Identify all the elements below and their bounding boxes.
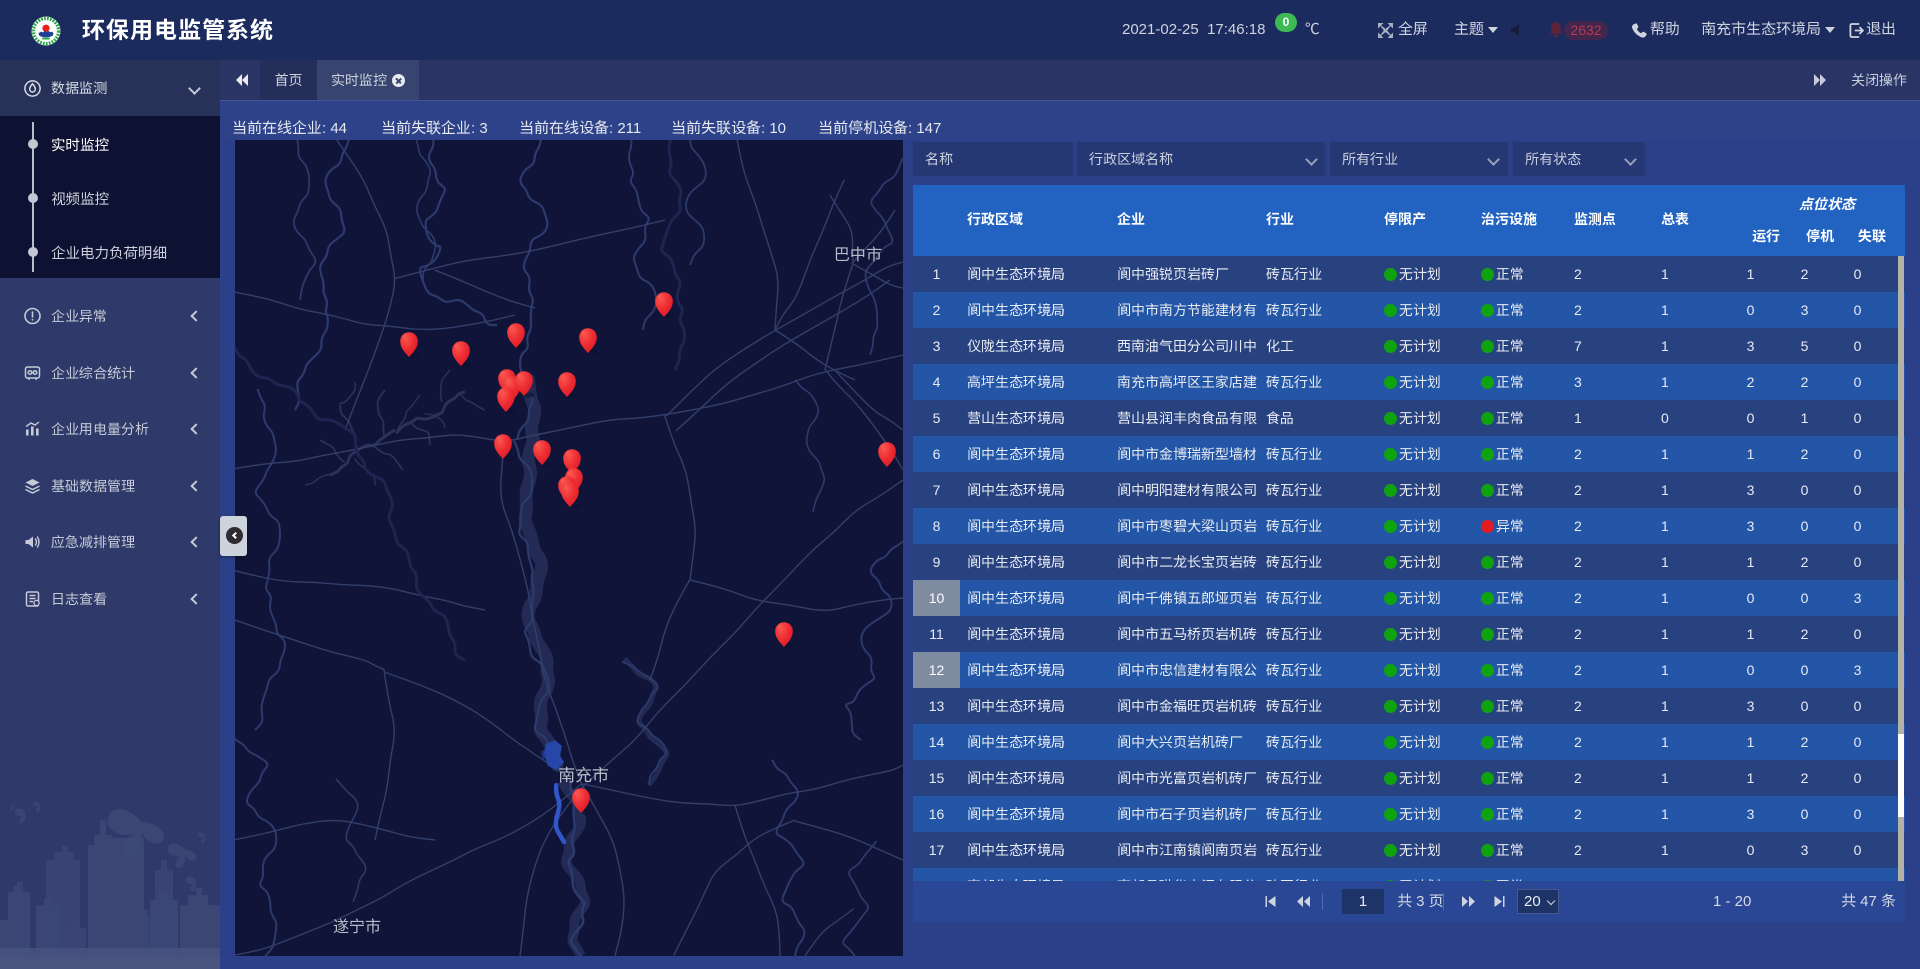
- svg-text:南充市: 南充市: [558, 766, 609, 785]
- svg-text:巴中市: 巴中市: [834, 246, 882, 264]
- svg-text:遂宁市: 遂宁市: [333, 918, 381, 936]
